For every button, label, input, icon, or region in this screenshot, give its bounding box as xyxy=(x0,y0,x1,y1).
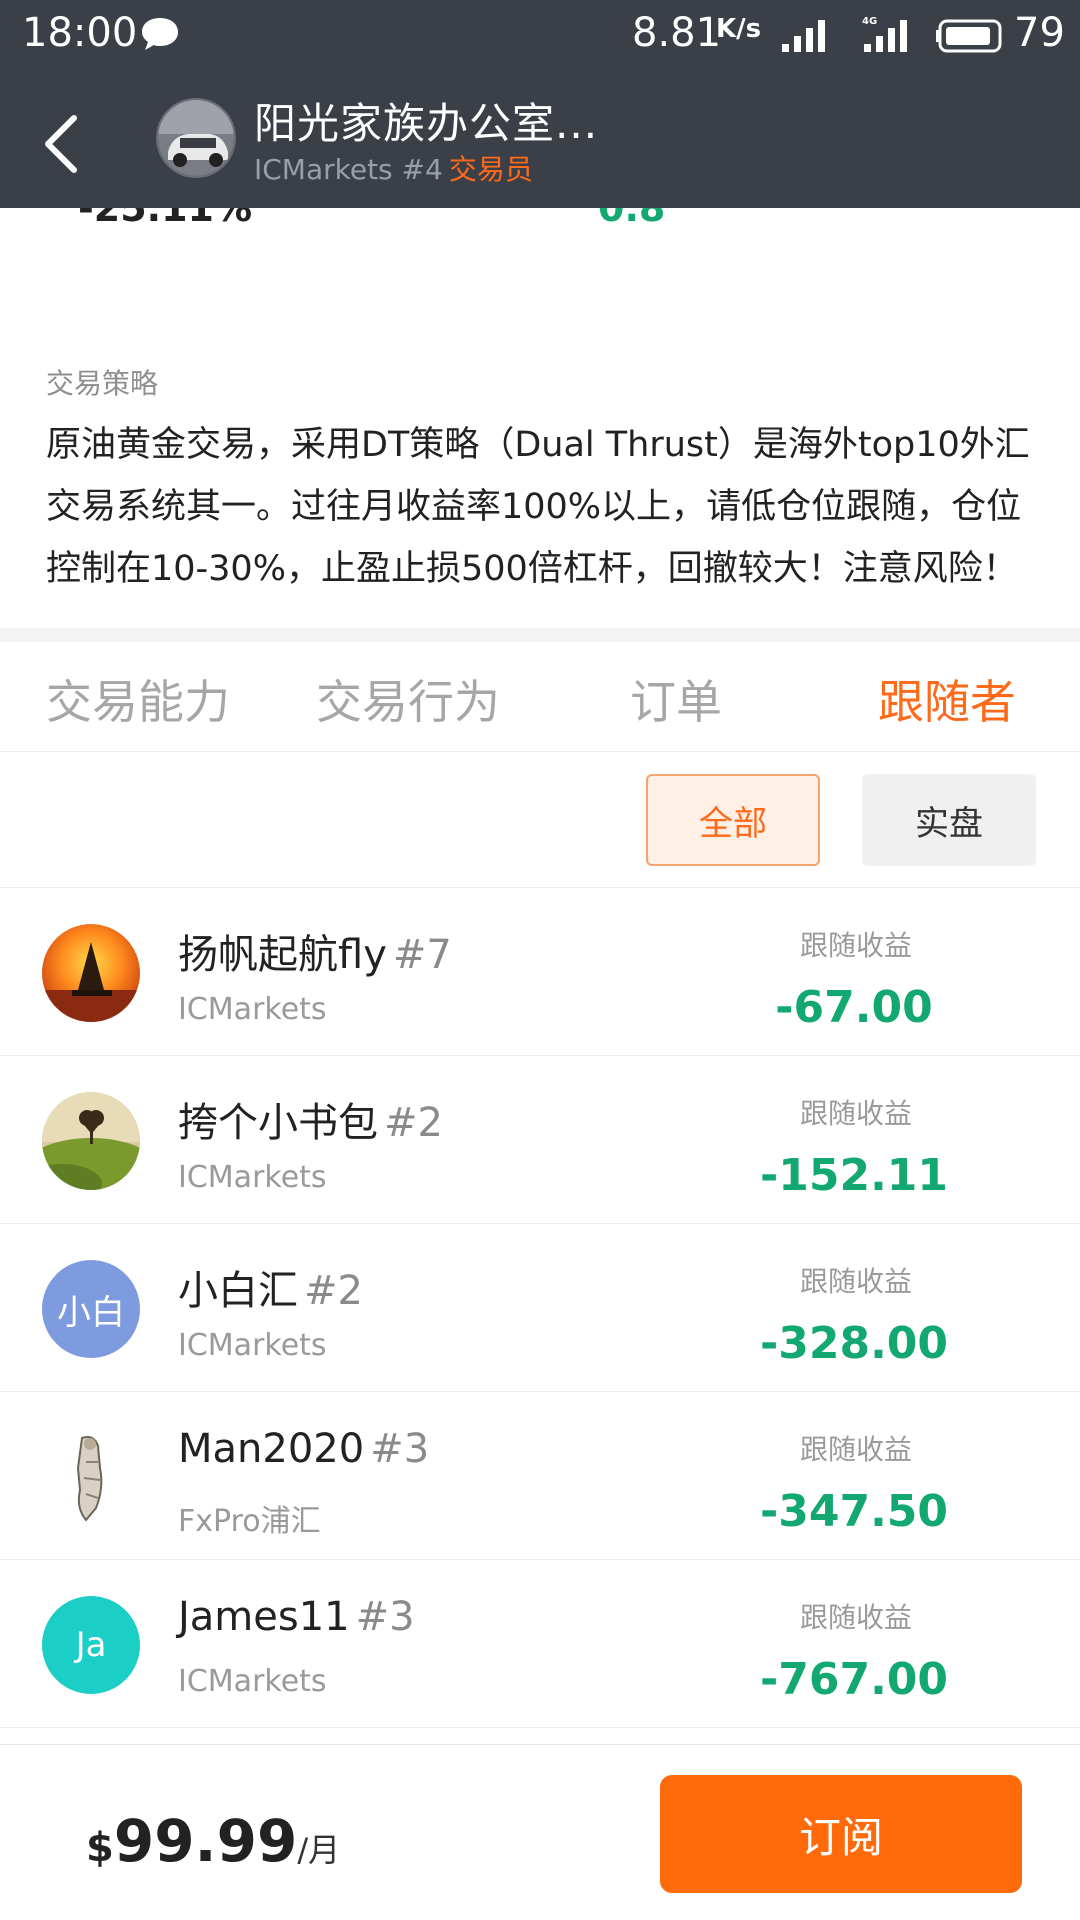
subscribe-button[interactable]: 订阅 xyxy=(660,1775,1022,1893)
signal-icon xyxy=(780,18,830,58)
filter-all-button[interactable]: 全部 xyxy=(646,774,820,866)
battery-icon xyxy=(936,18,1008,58)
follower-broker: ICMarkets xyxy=(178,1160,327,1195)
subscribe-footer: $99.99/月 订阅 xyxy=(0,1744,1080,1920)
follower-name: 挎个小书包 #2 xyxy=(178,1100,443,1146)
nav-bar: 阳光家族办公室... ICMarkets #4 交易员 xyxy=(0,74,1080,208)
follower-name: 扬帆起航fly #7 xyxy=(178,932,452,978)
profit-value: -347.50 xyxy=(759,1486,949,1537)
network-speed: 8.81 xyxy=(632,10,722,56)
list-item[interactable]: 挎个小书包 #2 ICMarkets 跟随收益 -152.11 xyxy=(0,1056,1080,1224)
follower-name: James11 #3 xyxy=(178,1594,415,1640)
strategy-text: 原油黄金交易，采用DT策略（Dual Thrust）是海外top10外汇交易系统… xyxy=(46,425,1030,589)
battery-percent: 79 xyxy=(1014,10,1065,56)
follower-broker: FxPro浦汇 xyxy=(178,1504,321,1539)
followers-list: 扬帆起航fly #7 ICMarkets 跟随收益 -67.00 挎个小书包 #2 … xyxy=(0,888,1080,1728)
svg-text:4G: 4G xyxy=(862,16,877,27)
section-divider xyxy=(0,628,1080,642)
follower-name: Man2020 #3 xyxy=(178,1426,430,1472)
avatar xyxy=(42,924,140,1022)
sketch-figure-avatar-icon xyxy=(42,1428,140,1526)
strategy-label: 交易策略 xyxy=(46,367,159,400)
sailboat-avatar-icon xyxy=(42,924,140,1022)
status-time: 18:00 xyxy=(22,10,138,56)
avatar: 小白 xyxy=(42,1260,140,1358)
profit-value: -152.11 xyxy=(759,1150,949,1201)
filter-real-button[interactable]: 实盘 xyxy=(862,774,1036,866)
trader-avatar[interactable] xyxy=(156,98,236,178)
network-speed-unit: K/s xyxy=(716,14,762,44)
chevron-left-icon xyxy=(45,115,77,173)
tab-orders[interactable]: 订单 xyxy=(630,666,722,732)
car-avatar-icon xyxy=(158,100,234,176)
profit-label: 跟随收益 xyxy=(799,1433,912,1466)
page-title: 阳光家族办公室... xyxy=(254,99,599,148)
tab-bar: 交易能力 交易行为 订单 跟随者 xyxy=(0,642,1080,752)
price: $99.99/月 xyxy=(86,1807,341,1875)
4g-signal-icon: 4G xyxy=(862,14,914,58)
profit-value: -67.00 xyxy=(775,982,933,1033)
chat-bubble-icon xyxy=(140,16,180,56)
list-item[interactable]: 扬帆起航fly #7 ICMarkets 跟随收益 -67.00 xyxy=(0,888,1080,1056)
list-item[interactable]: 小白 小白汇 #2 ICMarkets 跟随收益 -328.00 xyxy=(0,1224,1080,1392)
profit-label: 跟随收益 xyxy=(799,1097,912,1130)
profit-label: 跟随收益 xyxy=(799,1601,912,1634)
list-item[interactable]: Man2020 #3 FxPro浦汇 跟随收益 -347.50 xyxy=(0,1392,1080,1560)
profit-value: -328.00 xyxy=(759,1318,949,1369)
avatar xyxy=(42,1092,140,1190)
follower-broker: ICMarkets xyxy=(178,1664,327,1699)
back-button[interactable] xyxy=(30,102,100,182)
profit-label: 跟随收益 xyxy=(799,1265,912,1298)
avatar xyxy=(42,1428,140,1526)
follower-name: 小白汇 #2 xyxy=(178,1268,363,1314)
tab-trading-ability[interactable]: 交易能力 xyxy=(46,666,230,732)
follower-broker: ICMarkets xyxy=(178,1328,327,1363)
app-header: 18:00 8.81 K/s 4G 79 阳光家族办公室... ICMarket… xyxy=(0,0,1080,208)
profit-value: -767.00 xyxy=(759,1654,949,1705)
avatar: Ja xyxy=(42,1596,140,1694)
tab-trading-behavior[interactable]: 交易行为 xyxy=(316,666,500,732)
profit-label: 跟随收益 xyxy=(799,929,912,962)
status-bar: 18:00 8.81 K/s 4G 79 xyxy=(0,0,1080,74)
hill-tree-avatar-icon xyxy=(42,1092,140,1190)
list-item[interactable]: Ja James11 #3 ICMarkets 跟随收益 -767.00 xyxy=(0,1560,1080,1728)
filter-row: 全部 实盘 xyxy=(0,752,1080,888)
follower-broker: ICMarkets xyxy=(178,992,327,1027)
role-badge: 交易员 xyxy=(448,153,533,186)
tab-followers[interactable]: 跟随者 xyxy=(878,666,1016,732)
trader-subtitle: ICMarkets #4 交易员 xyxy=(254,153,533,186)
